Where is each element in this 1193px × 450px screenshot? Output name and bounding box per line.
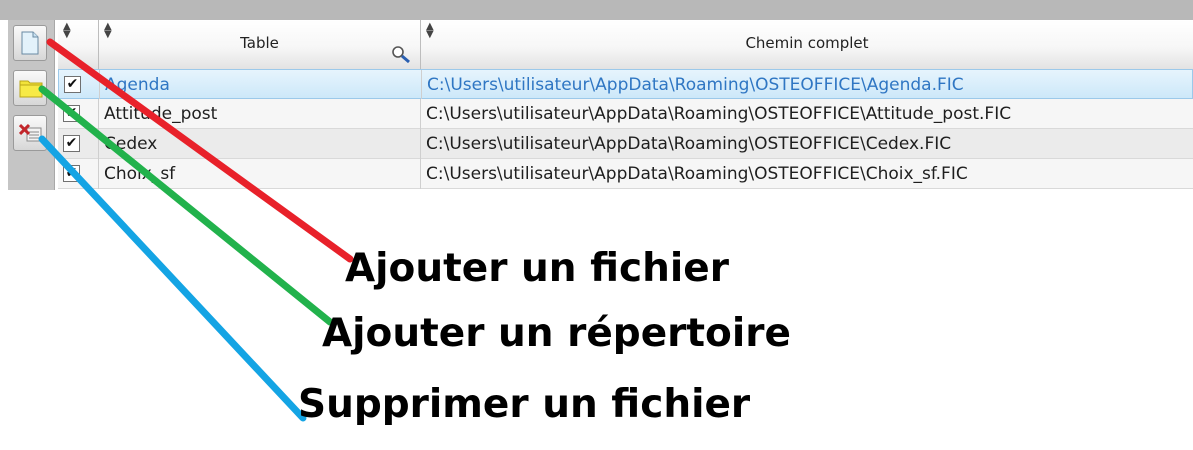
search-icon[interactable] <box>390 44 412 64</box>
add-file-button[interactable] <box>13 25 47 61</box>
check-cell: ✔ <box>58 99 99 129</box>
delete-file-button[interactable] <box>13 115 47 151</box>
path-cell: C:\Users\utilisateur\AppData\Roaming\OST… <box>426 164 968 184</box>
title-strip <box>0 0 1193 20</box>
row-checkbox[interactable]: ✔ <box>64 76 81 93</box>
annotation-add-file: Ajouter un fichier <box>345 246 729 291</box>
table-name-cell: Cedex <box>99 129 421 159</box>
annotation-delete-file: Supprimer un fichier <box>298 382 751 427</box>
row-checkbox[interactable]: ✔ <box>63 165 80 182</box>
path-cell: C:\Users\utilisateur\AppData\Roaming\OST… <box>427 75 964 95</box>
table-row[interactable]: ✔ Choix_sf C:\Users\utilisateur\AppData\… <box>58 159 1193 189</box>
path-cell: C:\Users\utilisateur\AppData\Roaming\OST… <box>426 134 952 154</box>
column-label: Chemin complet <box>745 34 869 52</box>
file-toolbar <box>8 20 55 190</box>
table-name-cell: Attitude_post <box>99 99 421 129</box>
path-cell: C:\Users\utilisateur\AppData\Roaming\OST… <box>426 104 1012 124</box>
table-row[interactable]: ✔ Cedex C:\Users\utilisateur\AppData\Roa… <box>58 129 1193 159</box>
check-cell: ✔ <box>59 70 100 100</box>
table-row[interactable]: ✔ Attitude_post C:\Users\utilisateur\App… <box>58 99 1193 129</box>
check-cell: ✔ <box>58 159 99 189</box>
row-checkbox[interactable]: ✔ <box>63 135 80 152</box>
file-table: ▲ ▼ ▲ ▼ Table ▲ ▼ Chemin complet ✔ Agend… <box>58 20 1193 190</box>
add-directory-button[interactable] <box>13 70 47 106</box>
file-table-panel: ▲ ▼ ▲ ▼ Table ▲ ▼ Chemin complet ✔ Agend… <box>0 0 1193 190</box>
sort-icon[interactable]: ▲ ▼ <box>63 22 71 40</box>
annotation-add-directory: Ajouter un répertoire <box>322 311 791 356</box>
annotated-screenshot: ▲ ▼ ▲ ▼ Table ▲ ▼ Chemin complet ✔ Agend… <box>0 0 1193 450</box>
column-label: Table <box>240 34 279 52</box>
column-header-check[interactable]: ▲ ▼ <box>58 20 99 69</box>
table-row[interactable]: ✔ Agenda C:\Users\utilisateur\AppData\Ro… <box>58 69 1193 100</box>
column-header-table[interactable]: ▲ ▼ Table <box>99 20 421 69</box>
column-header-path[interactable]: ▲ ▼ Chemin complet <box>421 20 1193 69</box>
table-header: ▲ ▼ ▲ ▼ Table ▲ ▼ Chemin complet <box>58 20 1193 70</box>
check-cell: ✔ <box>58 129 99 159</box>
table-name-cell: Agenda <box>100 70 422 100</box>
table-name-cell: Choix_sf <box>99 159 421 189</box>
row-checkbox[interactable]: ✔ <box>63 105 80 122</box>
